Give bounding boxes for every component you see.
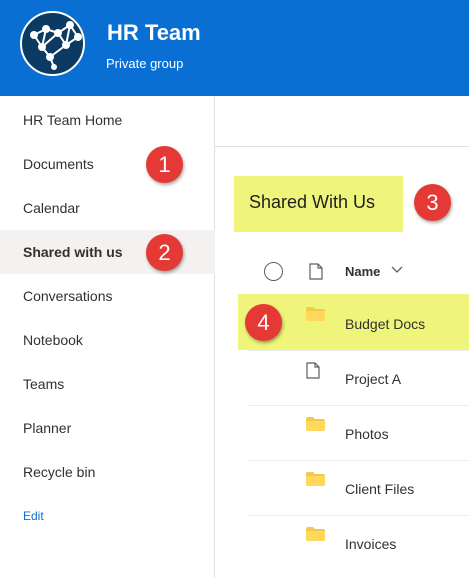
folder-icon	[306, 417, 325, 431]
folder-icon	[306, 307, 325, 321]
file-type-header-icon[interactable]	[309, 263, 323, 280]
page-title: Shared With Us	[249, 192, 376, 212]
nav-item-planner[interactable]: Planner	[0, 406, 215, 450]
nav-item-conversations[interactable]: Conversations	[0, 274, 215, 318]
group-title[interactable]: HR Team	[107, 20, 201, 46]
group-logo[interactable]	[20, 11, 85, 76]
group-privacy-label: Private group	[106, 56, 184, 71]
name-column-header[interactable]: Name	[345, 264, 380, 279]
file-name-link[interactable]: Invoices	[345, 536, 396, 552]
callout-badge-4: 4	[245, 304, 282, 341]
command-bar-divider	[215, 146, 469, 147]
nav-item-notebook[interactable]: Notebook	[0, 318, 215, 362]
nav-item-label: Documents	[23, 156, 94, 172]
nav-item-label: Calendar	[23, 200, 80, 216]
nav-item-label: Notebook	[23, 332, 83, 348]
nav-item-calendar[interactable]: Calendar	[0, 186, 215, 230]
nav-item-label: Conversations	[23, 288, 113, 304]
nav-item-hr-team-home[interactable]: HR Team Home	[0, 98, 215, 142]
group-header: HR Team Private group	[0, 0, 469, 96]
nav-item-recycle-bin[interactable]: Recycle bin	[0, 450, 215, 494]
file-name-link[interactable]: Project A	[345, 371, 401, 387]
nav-item-label: Shared with us	[23, 244, 123, 260]
nav-item-label: Planner	[23, 420, 72, 436]
network-nodes-icon	[30, 21, 82, 70]
select-all-checkbox[interactable]	[264, 262, 283, 281]
left-navigation: HR Team Home Documents Calendar Shared w…	[0, 96, 215, 578]
folder-icon	[306, 472, 325, 486]
file-name-link[interactable]: Client Files	[345, 481, 414, 497]
edit-nav-link[interactable]: Edit	[0, 494, 215, 538]
folder-icon	[306, 527, 325, 541]
file-name-link[interactable]: Photos	[345, 426, 389, 442]
nav-item-label: Teams	[23, 376, 65, 392]
callout-badge-2: 2	[146, 234, 183, 271]
file-name-link[interactable]: Budget Docs	[345, 316, 425, 332]
edit-nav-label: Edit	[23, 509, 44, 523]
callout-badge-1: 1	[146, 146, 183, 183]
nav-item-label: Recycle bin	[23, 464, 96, 480]
chevron-down-icon[interactable]	[390, 264, 404, 276]
nav-item-label: HR Team Home	[23, 112, 123, 128]
callout-badge-3: 3	[414, 184, 451, 221]
document-icon	[306, 362, 320, 379]
nav-item-teams[interactable]: Teams	[0, 362, 215, 406]
